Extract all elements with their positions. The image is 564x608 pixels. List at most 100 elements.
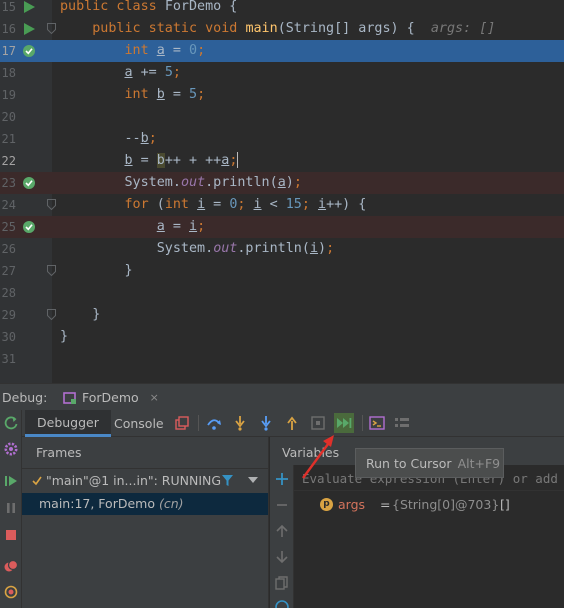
frame-list-item[interactable]: main:17, ForDemo (cn) xyxy=(22,493,268,515)
thread-selector[interactable]: "main"@1 in...in": RUNNING xyxy=(22,468,268,492)
pause-program-icon[interactable] xyxy=(3,500,19,516)
line-number[interactable]: 30 xyxy=(0,326,16,348)
code-line[interactable]: 21 --b; xyxy=(0,128,564,150)
line-number[interactable]: 23 xyxy=(0,172,16,194)
breakpoint-verified-icon[interactable] xyxy=(22,44,36,58)
tab-close-icon[interactable]: × xyxy=(150,391,159,404)
resume-program-icon[interactable] xyxy=(3,473,19,489)
code-token: ; xyxy=(172,65,181,80)
code-line[interactable]: 26 System.out.println(i); xyxy=(0,238,564,260)
line-number[interactable]: 24 xyxy=(0,194,16,216)
stop-icon[interactable] xyxy=(3,527,19,543)
tab-console[interactable]: Console xyxy=(102,410,176,437)
fold-marker-icon[interactable] xyxy=(47,199,56,210)
code-token: ; xyxy=(197,43,206,58)
line-number[interactable]: 19 xyxy=(0,84,16,106)
code-text: a = i; xyxy=(60,216,205,238)
fold-marker-icon[interactable] xyxy=(47,265,56,276)
breakpoint-verified-icon[interactable] xyxy=(22,176,36,190)
move-down-icon[interactable] xyxy=(274,549,290,565)
restore-layout-icon[interactable] xyxy=(174,415,190,431)
code-line[interactable]: 18 a += 5; xyxy=(0,62,564,84)
line-number[interactable]: 16 xyxy=(0,18,16,40)
code-line[interactable]: 20 xyxy=(0,106,564,128)
line-number[interactable]: 28 xyxy=(0,282,16,304)
code-token: (String[] args) { xyxy=(277,21,431,36)
mute-breakpoints-icon[interactable] xyxy=(3,584,19,600)
fold-marker-icon[interactable] xyxy=(47,23,56,34)
variable-row[interactable]: p args = {String[0]@703} [] xyxy=(294,495,564,515)
line-number[interactable]: 17 xyxy=(0,40,16,62)
line-number[interactable]: 25 xyxy=(0,216,16,238)
run-gutter-icon[interactable] xyxy=(22,22,36,36)
force-step-into-icon[interactable] xyxy=(258,415,274,431)
drop-frame-icon[interactable] xyxy=(310,415,326,431)
code-line[interactable]: 16 public static void main(String[] args… xyxy=(0,18,564,40)
line-number[interactable]: 31 xyxy=(0,348,16,370)
code-token: for xyxy=(124,197,157,212)
code-token: b xyxy=(140,131,149,146)
line-number[interactable]: 29 xyxy=(0,304,16,326)
code-token: i xyxy=(318,197,327,212)
parameter-icon: p xyxy=(320,498,333,511)
variable-name: args xyxy=(338,497,366,512)
step-over-icon[interactable] xyxy=(206,415,222,431)
code-line[interactable]: 15 public class ForDemo { xyxy=(0,0,564,18)
tab-debugger[interactable]: Debugger xyxy=(25,410,111,437)
fold-marker-icon[interactable] xyxy=(47,309,56,320)
code-token: args: [] xyxy=(430,21,496,36)
code-editor[interactable]: 15 public class ForDemo {16 public static… xyxy=(0,0,564,383)
breakpoint-verified-icon[interactable] xyxy=(22,220,36,234)
code-line[interactable]: 27 } xyxy=(0,260,564,282)
code-text: } xyxy=(60,326,68,348)
run-to-cursor-icon[interactable] xyxy=(334,413,354,433)
step-into-icon[interactable] xyxy=(232,415,248,431)
move-up-icon[interactable] xyxy=(274,523,290,539)
line-number[interactable]: 26 xyxy=(0,238,16,260)
code-line[interactable]: 30} xyxy=(0,326,564,348)
code-line[interactable]: 19 int b = 5; xyxy=(0,84,564,106)
trace-current-stream-icon[interactable] xyxy=(394,415,410,431)
code-token: += xyxy=(132,65,165,80)
code-line[interactable]: 24 for (int i = 0; i < 15; i++) { xyxy=(0,194,564,216)
code-token: = xyxy=(205,197,230,212)
line-number[interactable]: 20 xyxy=(0,106,16,128)
watches-icon[interactable] xyxy=(274,599,290,608)
rerun-icon[interactable] xyxy=(3,415,19,431)
code-token: .println( xyxy=(205,175,278,190)
line-number[interactable]: 15 xyxy=(0,0,16,18)
code-token: ++ + ++ xyxy=(164,153,222,168)
step-out-icon[interactable] xyxy=(284,415,300,431)
run-config-tab-label: ForDemo xyxy=(82,390,139,405)
code-line[interactable]: 29 } xyxy=(0,304,564,326)
code-token: 5 xyxy=(189,87,198,102)
copy-icon[interactable] xyxy=(274,575,290,591)
evaluate-expression-icon[interactable] xyxy=(369,415,385,431)
code-line[interactable]: 31 xyxy=(0,348,564,370)
view-breakpoints-icon[interactable] xyxy=(3,558,19,574)
line-number[interactable]: 18 xyxy=(0,62,16,84)
code-text: } xyxy=(60,304,100,326)
debug-side-toolbar xyxy=(0,410,22,608)
code-line[interactable]: 22 b = b++ + ++a; xyxy=(0,150,564,172)
code-line[interactable]: 23 System.out.println(a); xyxy=(0,172,564,194)
line-number[interactable]: 22 xyxy=(0,150,16,172)
code-line[interactable]: 17 int a = 0; xyxy=(0,40,564,62)
remove-watch-icon[interactable] xyxy=(274,497,290,513)
code-text: b = b++ + ++a; xyxy=(60,150,239,172)
code-line[interactable]: 28 xyxy=(0,282,564,304)
settings-icon[interactable] xyxy=(3,441,19,457)
run-config-icon xyxy=(63,391,76,404)
run-config-tab[interactable]: ForDemo × xyxy=(57,384,165,411)
code-token: int xyxy=(124,87,157,102)
filter-icon[interactable] xyxy=(221,474,234,487)
chevron-down-icon[interactable] xyxy=(248,477,258,484)
add-watch-icon[interactable] xyxy=(274,471,290,487)
code-line[interactable]: 25 a = i; xyxy=(0,216,564,238)
code-text: public class ForDemo { xyxy=(60,0,237,18)
line-number[interactable]: 27 xyxy=(0,260,16,282)
line-number[interactable]: 21 xyxy=(0,128,16,150)
code-token: = xyxy=(164,43,189,58)
run-gutter-icon[interactable] xyxy=(22,0,36,14)
